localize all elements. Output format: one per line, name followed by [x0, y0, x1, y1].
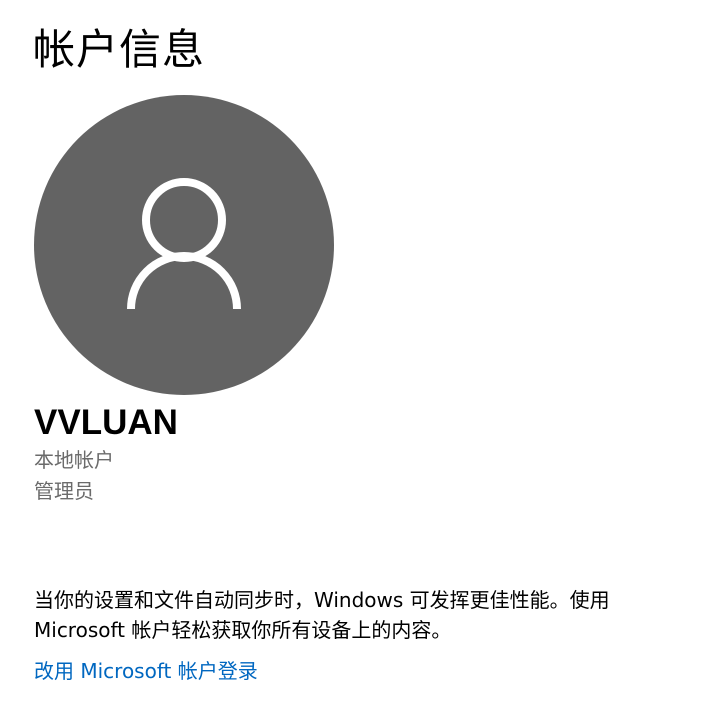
- page-title: 帐户信息: [33, 25, 206, 74]
- sign-in-with-microsoft-link[interactable]: 改用 Microsoft 帐户登录: [34, 656, 258, 686]
- user-role-label: 管理员: [34, 479, 94, 503]
- account-type-label: 本地帐户: [34, 448, 114, 472]
- person-icon: [127, 178, 241, 310]
- user-name: VVLUAN: [34, 403, 178, 442]
- sync-description: 当你的设置和文件自动同步时，Windows 可发挥更佳性能。使用 Microso…: [34, 588, 610, 642]
- avatar[interactable]: [34, 95, 334, 395]
